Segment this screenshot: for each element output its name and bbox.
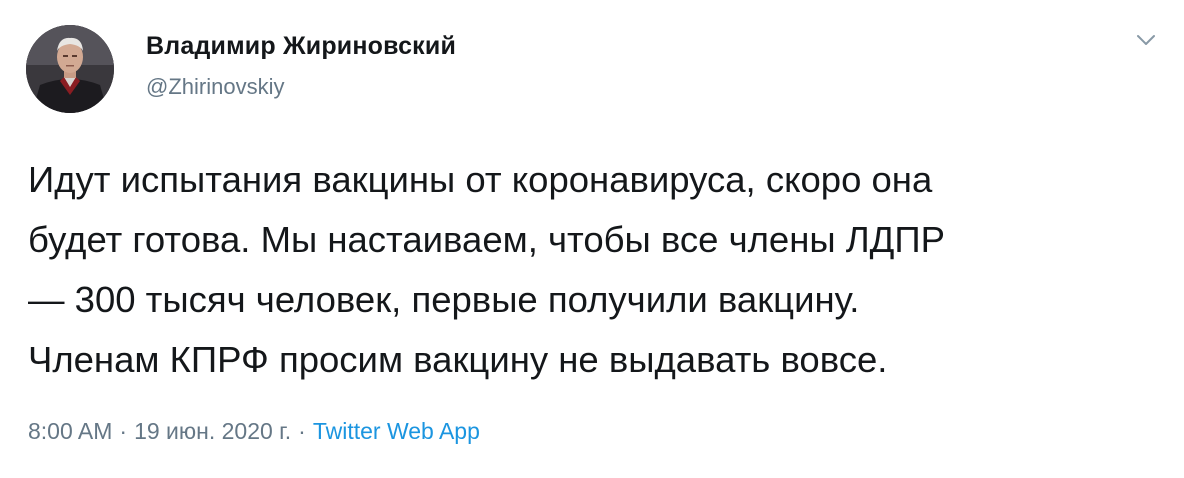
chevron-down-icon[interactable] (1132, 28, 1160, 52)
tweet-text-line: Членам КПРФ просим вакцину не выдавать в… (28, 339, 888, 380)
tweet-text: Идут испытания вакцины от коронавируса, … (28, 150, 1168, 390)
tweet-card: Владимир Жириновский @Zhirinovskiy Идут … (0, 0, 1184, 478)
meta-separator: · (119, 418, 128, 444)
meta-separator: · (298, 418, 306, 444)
avatar[interactable] (26, 25, 114, 113)
author-name[interactable]: Владимир Жириновский (146, 32, 456, 61)
tweet-date[interactable]: 19 июн. 2020 г. (134, 418, 291, 444)
tweet-meta: 8:00 AM · 19 июн. 2020 г. · Twitter Web App (28, 418, 480, 445)
avatar-photo (26, 25, 114, 113)
tweet-text-line: будет готова. Мы настаиваем, чтобы все ч… (28, 219, 945, 260)
tweet-text-line: — 300 тысяч человек, первые получили вак… (28, 279, 860, 320)
tweet-source-link[interactable]: Twitter Web App (313, 418, 480, 444)
tweet-text-line: Идут испытания вакцины от коронавируса, … (28, 159, 933, 200)
tweet-time[interactable]: 8:00 AM (28, 418, 112, 444)
author-handle[interactable]: @Zhirinovskiy (146, 74, 284, 100)
